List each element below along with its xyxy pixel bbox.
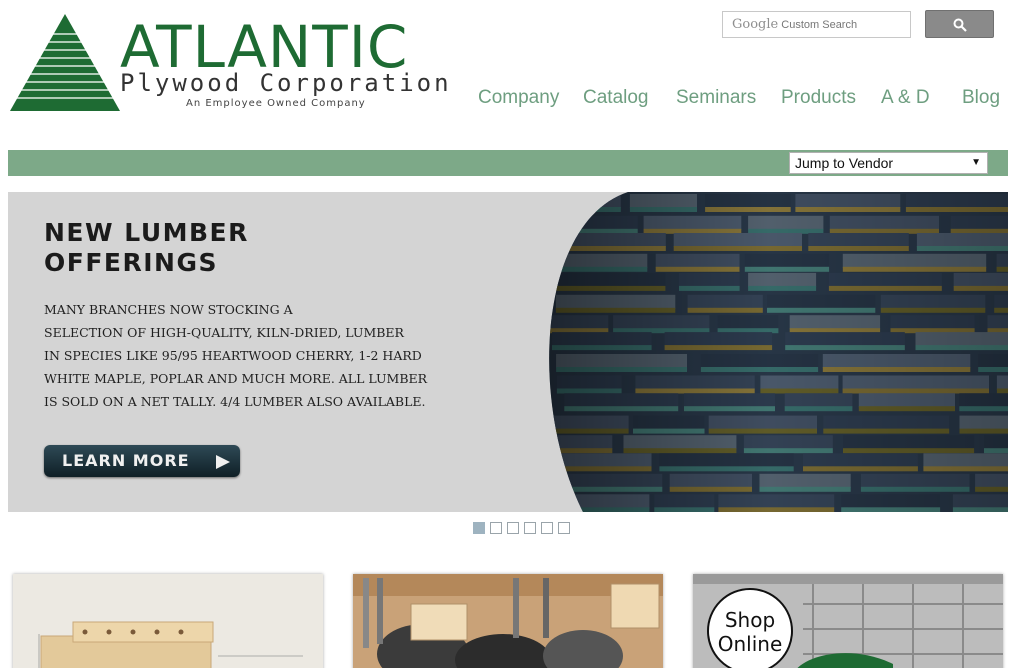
pot-organizer-image: [353, 574, 663, 668]
slider-dot[interactable]: [473, 522, 485, 534]
vendor-select-value: Jump to Vendor: [795, 155, 894, 171]
hero-body-line: MANY BRANCHES NOW STOCKING A: [44, 302, 293, 317]
hero-slide: NEW LUMBER OFFERINGS MANY BRANCHES NOW S…: [8, 192, 1008, 512]
search-button[interactable]: [925, 10, 994, 38]
search-icon: [953, 18, 967, 32]
nav-seminars[interactable]: Seminars: [676, 86, 756, 110]
logo-subtitle: Plywood Corporation: [120, 69, 452, 97]
nav-blog[interactable]: Blog: [962, 86, 1000, 110]
hero-title-line-2: OFFERINGS: [44, 248, 218, 277]
search-placeholder: Custom Search: [781, 19, 858, 31]
nav-company[interactable]: Company: [478, 86, 559, 110]
shop-online-badge[interactable]: Shop Online: [707, 588, 793, 668]
wood-organizer-image: [13, 574, 323, 668]
hero-body-line: SELECTION OF HIGH-QUALITY, KILN-DRIED, L…: [44, 325, 404, 340]
hero-body-line: IN SPECIES LIKE 95/95 HEARTWOOD CHERRY, …: [44, 348, 422, 363]
hero-title-line-1: NEW LUMBER: [44, 218, 249, 247]
tile-pot-organizer[interactable]: [353, 574, 663, 668]
tile-wood-organizer[interactable]: [13, 574, 323, 668]
nav-a-and-d[interactable]: A & D: [881, 86, 930, 110]
slider-dot[interactable]: [490, 522, 502, 534]
slider-dot[interactable]: [524, 522, 536, 534]
play-arrow-icon: [216, 455, 230, 469]
search-input[interactable]: Google Custom Search: [722, 11, 911, 38]
learn-more-label: LEARN MORE: [62, 451, 190, 470]
atlantic-logo[interactable]: ATLANTIC Plywood Corporation An Employee…: [8, 12, 449, 114]
slider-dot[interactable]: [558, 522, 570, 534]
learn-more-button[interactable]: LEARN MORE: [44, 445, 240, 477]
shop-online-line-2: Online: [717, 632, 783, 656]
logo-tagline: An Employee Owned Company: [186, 98, 366, 109]
dropdown-arrow-icon: ▼: [971, 157, 981, 168]
hero-description: MANY BRANCHES NOW STOCKING A SELECTION O…: [44, 298, 428, 413]
hero-body-line: IS SOLD ON A NET TALLY. 4/4 LUMBER ALSO …: [44, 394, 426, 409]
hero-body-line: WHITE MAPLE, POPLAR AND MUCH MORE. ALL L…: [44, 371, 428, 386]
shop-online-line-1: Shop: [724, 608, 776, 632]
nav-catalog[interactable]: Catalog: [583, 86, 649, 110]
vendor-select[interactable]: Jump to Vendor ▼: [789, 152, 988, 174]
slider-dot[interactable]: [507, 522, 519, 534]
slider-dot[interactable]: [541, 522, 553, 534]
hero-title: NEW LUMBER OFFERINGS: [44, 218, 374, 278]
tile-shop-online[interactable]: Shop Online: [693, 574, 1003, 668]
triangle-logo-icon: [10, 14, 120, 111]
nav-products[interactable]: Products: [781, 86, 856, 110]
logo-company-name: ATLANTIC: [120, 13, 409, 81]
google-mark: Google: [732, 17, 779, 32]
